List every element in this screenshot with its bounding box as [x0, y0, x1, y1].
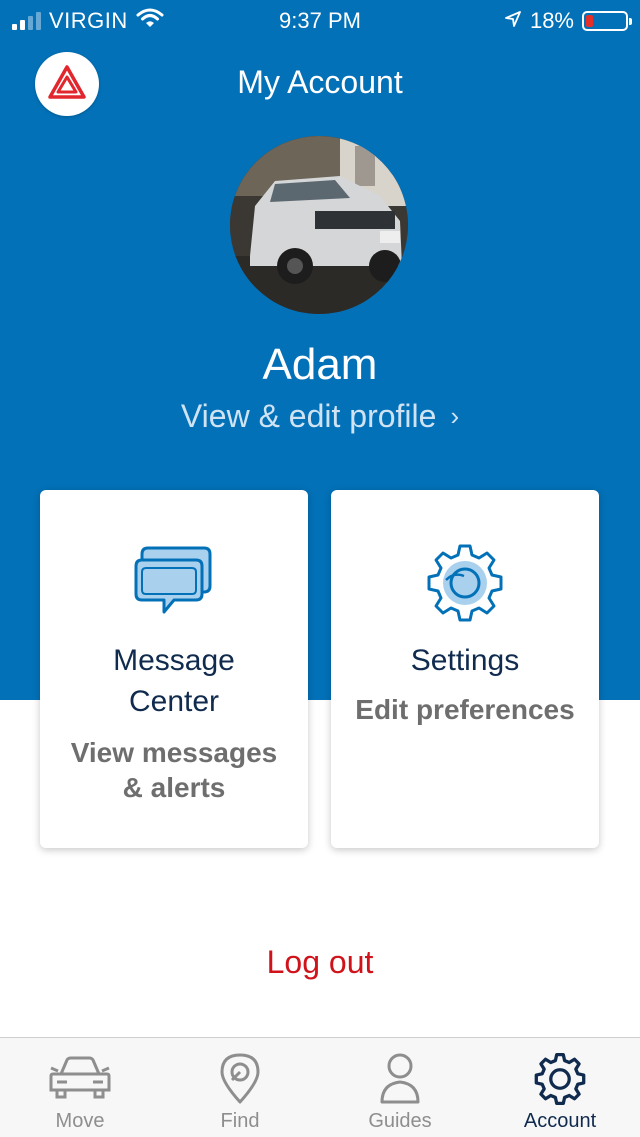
message-center-title-line1: Message: [113, 644, 235, 677]
message-center-subtitle: View messages & alerts: [50, 735, 298, 805]
location-arrow-icon: [504, 8, 522, 34]
tab-account[interactable]: Account: [480, 1038, 640, 1137]
battery-level: [586, 15, 593, 27]
settings-card[interactable]: Settings Edit preferences: [331, 490, 599, 848]
tab-move[interactable]: Move: [0, 1038, 160, 1137]
tab-guides-label: Guides: [368, 1110, 432, 1132]
gear-icon: [480, 1052, 640, 1106]
avatar-photo: [230, 136, 408, 314]
view-edit-profile-link[interactable]: View & edit profile ›: [0, 398, 640, 435]
tab-guides[interactable]: Guides: [320, 1038, 480, 1137]
person-icon: [320, 1052, 480, 1106]
profile-link-label: View & edit profile: [180, 398, 437, 434]
tab-find-label: Find: [220, 1110, 260, 1132]
message-center-subtitle-line2: & alerts: [122, 772, 226, 803]
tab-find[interactable]: Find: [160, 1038, 320, 1137]
chevron-right-icon: ›: [450, 401, 460, 431]
battery-icon: [582, 11, 632, 31]
page-title: My Account: [237, 64, 403, 100]
status-bar: VIRGIN 9:37 PM 18%: [0, 0, 640, 40]
message-bubbles-icon: [40, 542, 308, 616]
tab-move-label: Move: [55, 1110, 105, 1132]
car-icon: [0, 1052, 160, 1100]
message-center-title: Message Center: [50, 640, 298, 722]
settings-subtitle: Edit preferences: [355, 694, 575, 725]
log-out-button[interactable]: Log out: [0, 944, 640, 981]
message-center-title-line2: Center: [128, 685, 220, 718]
status-right: 18%: [504, 8, 632, 34]
gear-icon: [331, 542, 599, 624]
settings-title: Settings: [410, 644, 520, 677]
tab-bar: Move Find Guides Account: [0, 1037, 640, 1137]
tab-account-label: Account: [523, 1110, 597, 1132]
message-center-subtitle-line1: View messages: [70, 737, 278, 768]
profile-name: Adam: [262, 340, 378, 389]
battery-percent: 18%: [529, 8, 574, 33]
message-center-card[interactable]: Message Center View messages & alerts: [40, 490, 308, 848]
map-pin-icon: [160, 1052, 320, 1106]
avatar[interactable]: [230, 136, 408, 314]
